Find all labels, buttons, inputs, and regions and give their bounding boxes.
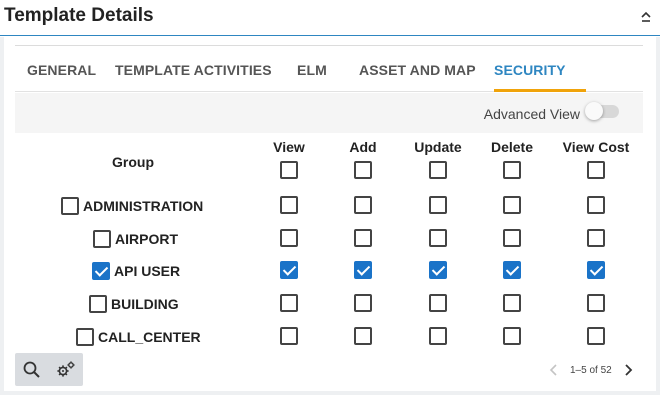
- group-row-checkbox[interactable]: [76, 328, 94, 346]
- add-permission-checkbox[interactable]: [354, 294, 372, 312]
- toggle-knob: [585, 102, 603, 120]
- group-name-label: BUILDING: [111, 296, 179, 312]
- add-permission-checkbox[interactable]: [354, 327, 372, 345]
- view-permission-checkbox[interactable]: [280, 327, 298, 345]
- select-all-view-checkbox[interactable]: [280, 161, 298, 179]
- tab-security[interactable]: SECURITY: [494, 62, 566, 78]
- view-permission-checkbox[interactable]: [280, 196, 298, 214]
- update-permission-checkbox[interactable]: [429, 294, 447, 312]
- delete-permission-checkbox[interactable]: [503, 261, 521, 279]
- panel-frame-bottom: [0, 391, 660, 395]
- view-permission-checkbox[interactable]: [280, 294, 298, 312]
- update-permission-checkbox[interactable]: [429, 327, 447, 345]
- tab-general[interactable]: GENERAL: [27, 62, 96, 78]
- search-icon[interactable]: [21, 359, 43, 381]
- tab-bar: GENERAL TEMPLATE ACTIVITIES ELM ASSET AN…: [15, 46, 643, 92]
- advanced-view-toggle[interactable]: [585, 102, 621, 120]
- gears-icon[interactable]: [55, 359, 77, 381]
- view-cost-permission-checkbox[interactable]: [587, 294, 605, 312]
- tab-elm[interactable]: ELM: [297, 62, 327, 78]
- table-row: ADMINISTRATION: [61, 196, 203, 216]
- table-row: CALL_CENTER: [76, 327, 201, 347]
- active-tab-indicator: [494, 89, 586, 92]
- view-cost-permission-checkbox[interactable]: [587, 261, 605, 279]
- panel-frame-right: [656, 37, 660, 395]
- group-column-header: Group: [112, 154, 154, 170]
- group-name-label: AIRPORT: [115, 231, 178, 247]
- tab-asset-and-map[interactable]: ASSET AND MAP: [359, 62, 476, 78]
- group-row-checkbox[interactable]: [92, 262, 110, 280]
- panel-header: Template Details: [0, 0, 660, 36]
- column-header-add: Add: [349, 139, 377, 155]
- group-row-checkbox[interactable]: [61, 197, 79, 215]
- group-row-checkbox[interactable]: [93, 230, 111, 248]
- previous-page-icon[interactable]: [548, 363, 560, 377]
- view-cost-permission-checkbox[interactable]: [587, 196, 605, 214]
- next-page-icon[interactable]: [622, 363, 634, 377]
- delete-permission-checkbox[interactable]: [503, 327, 521, 345]
- table-row: API USER: [92, 261, 180, 281]
- update-permission-checkbox[interactable]: [429, 196, 447, 214]
- view-permission-checkbox[interactable]: [280, 261, 298, 279]
- group-row-checkbox[interactable]: [89, 295, 107, 313]
- column-header-view-cost: View Cost: [562, 139, 630, 155]
- add-permission-checkbox[interactable]: [354, 229, 372, 247]
- column-header-delete: Delete: [490, 139, 534, 155]
- add-permission-checkbox[interactable]: [354, 261, 372, 279]
- panel-title: Template Details: [4, 5, 154, 26]
- tab-template-activities[interactable]: TEMPLATE ACTIVITIES: [115, 62, 272, 78]
- pagination-range: 1–5 of 52: [570, 365, 612, 376]
- update-permission-checkbox[interactable]: [429, 261, 447, 279]
- select-all-add-checkbox[interactable]: [354, 161, 372, 179]
- select-all-delete-checkbox[interactable]: [503, 161, 521, 179]
- update-permission-checkbox[interactable]: [429, 229, 447, 247]
- table-row: BUILDING: [89, 294, 179, 314]
- select-all-view-cost-checkbox[interactable]: [587, 161, 605, 179]
- collapse-chevron-icon[interactable]: [640, 10, 652, 24]
- advanced-view-bar: Advanced View: [15, 93, 643, 133]
- view-permission-checkbox[interactable]: [280, 229, 298, 247]
- delete-permission-checkbox[interactable]: [503, 196, 521, 214]
- select-all-update-checkbox[interactable]: [429, 161, 447, 179]
- column-header-view: View: [273, 139, 305, 155]
- view-cost-permission-checkbox[interactable]: [587, 327, 605, 345]
- grid-toolbar: [15, 353, 83, 386]
- panel-frame-left: [0, 37, 4, 395]
- table-row: AIRPORT: [93, 229, 178, 249]
- add-permission-checkbox[interactable]: [354, 196, 372, 214]
- delete-permission-checkbox[interactable]: [503, 229, 521, 247]
- group-name-label: ADMINISTRATION: [83, 198, 204, 214]
- group-name-label: API USER: [114, 263, 181, 279]
- advanced-view-label: Advanced View: [483, 106, 580, 122]
- column-header-update: Update: [414, 139, 462, 155]
- group-name-label: CALL_CENTER: [98, 329, 201, 345]
- delete-permission-checkbox[interactable]: [503, 294, 521, 312]
- view-cost-permission-checkbox[interactable]: [587, 229, 605, 247]
